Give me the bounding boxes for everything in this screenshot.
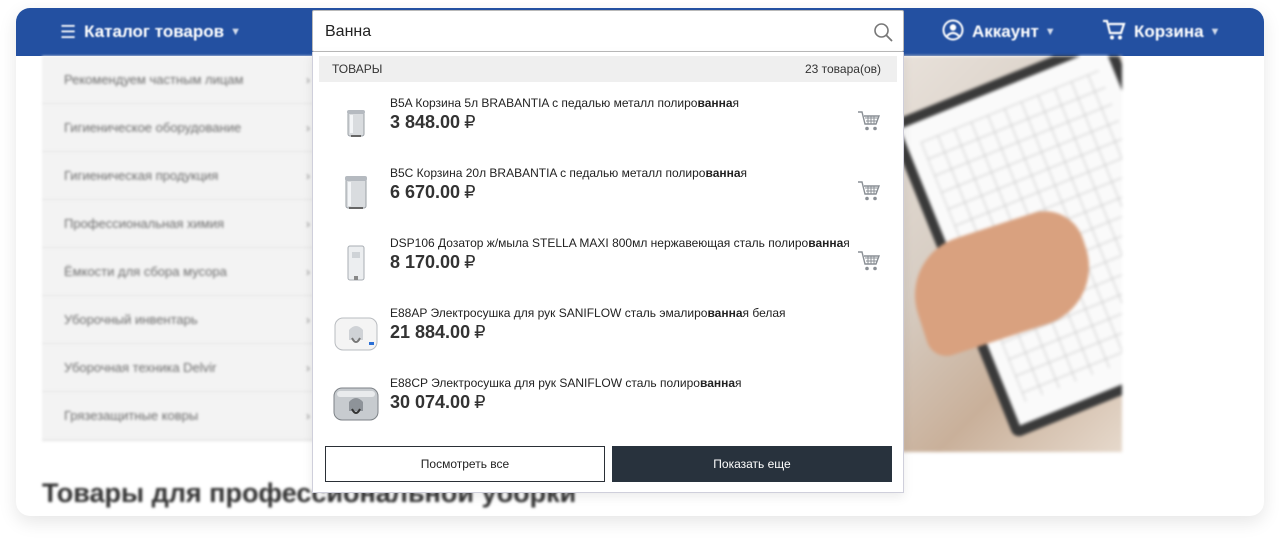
sidebar-item[interactable]: Гигиеническая продукция › [42,152,316,200]
sidebar-item[interactable]: Уборочный инвентарь › [42,296,316,344]
account-button[interactable]: Аккаунт ▼ [942,19,1056,46]
product-price: 3 848.00 ₽ [390,112,476,132]
cart-label: Корзина [1134,22,1204,41]
sidebar-item-label: Уборочная техника Delvir [64,360,217,375]
product-name[interactable]: B5A Корзина 5л BRABANTIA с педалью метал… [390,96,739,110]
chevron-right-icon: › [306,120,310,135]
product-price: 6 670.00 ₽ [390,182,476,202]
product-name[interactable]: E88AP Электросушка для рук SANIFLOW стал… [390,306,786,320]
sidebar-item[interactable]: Ёмкости для сбора мусора › [42,248,316,296]
search-result-item[interactable]: B5C Корзина 20л BRABANTIA с педалью мета… [319,158,897,228]
search-result-item[interactable]: B5A Корзина 5л BRABANTIA с педалью метал… [319,88,897,158]
search-box [312,10,904,52]
promo-banner-image [902,56,1122,452]
product-price: 21 884.00 ₽ [390,322,486,342]
hamburger-icon: ☰ [60,21,77,42]
product-name[interactable]: DSP106 Дозатор ж/мыла STELLA MAXI 800мл … [390,236,850,250]
view-all-button[interactable]: Посмотреть все [325,446,605,482]
sidebar-item[interactable]: Гигиеническое оборудование › [42,104,316,152]
sidebar-item[interactable]: Грязезащитные ковры › [42,392,316,440]
chevron-right-icon: › [306,360,310,375]
product-thumbnail [347,245,365,281]
chevron-down-icon: ▼ [1209,26,1221,38]
sidebar-item-label: Рекомендуем частным лицам [64,72,244,87]
product-thumbnail [345,176,367,209]
chevron-right-icon: › [306,264,310,279]
results-section-header: ТОВАРЫ 23 товара(ов) [319,56,897,82]
catalog-menu-button[interactable]: ☰ Каталог товаров ▼ [60,20,241,44]
search-result-item[interactable]: E88AP Электросушка для рук SANIFLOW стал… [319,298,897,368]
cart-button[interactable]: Корзина ▼ [1102,19,1221,46]
add-to-cart-icon[interactable] [857,110,881,132]
sidebar-item[interactable]: Профессиональная химия › [42,200,316,248]
chevron-right-icon: › [306,72,310,87]
results-section-title: ТОВАРЫ [332,62,383,76]
sidebar-item-label: Гигиеническая продукция [64,168,219,183]
product-thumbnail [347,110,365,137]
sidebar-item[interactable]: Уборочная техника Delvir › [42,344,316,392]
product-price: 30 074.00 ₽ [390,392,486,412]
chevron-right-icon: › [306,168,310,183]
product-thumbnail [334,317,378,351]
cart-icon [1102,19,1126,46]
chevron-down-icon: ▼ [1044,26,1056,38]
product-name[interactable]: E88CP Электросушка для рук SANIFLOW стал… [390,376,742,390]
chevron-right-icon: › [306,216,310,231]
show-more-button[interactable]: Показать еще [612,446,892,482]
sidebar-item-label: Ёмкости для сбора мусора [64,264,227,279]
chevron-right-icon: › [306,408,310,423]
chevron-right-icon: › [306,312,310,327]
product-name[interactable]: B5C Корзина 20л BRABANTIA с педалью мета… [390,166,747,180]
user-icon [942,19,964,46]
search-input[interactable] [325,19,865,45]
search-suggestions-dropdown: ТОВАРЫ 23 товара(ов) B5A Корзина 5л BRAB… [312,52,904,493]
product-price: 8 170.00 ₽ [390,252,476,272]
account-label: Аккаунт [972,22,1039,41]
product-thumbnail [333,387,379,421]
results-count: 23 товара(ов) [804,62,881,76]
add-to-cart-icon[interactable] [857,180,881,202]
search-icon[interactable] [873,22,893,42]
search-result-item[interactable]: DSP106 Дозатор ж/мыла STELLA MAXI 800мл … [319,228,897,298]
add-to-cart-icon[interactable] [857,250,881,272]
sidebar-item-label: Грязезащитные ковры [64,408,199,423]
sidebar-item-label: Профессиональная химия [64,216,225,231]
sidebar-item[interactable]: Рекомендуем частным лицам › [42,56,316,104]
search-result-item[interactable]: E88CP Электросушка для рук SANIFLOW стал… [319,368,897,438]
sidebar-item-label: Уборочный инвентарь [64,312,198,327]
chevron-down-icon: ▼ [230,26,241,38]
catalog-label: Каталог товаров [84,22,225,41]
catalog-sidebar: Рекомендуем частным лицам › Гигиеническое… [42,56,332,442]
sidebar-item-label: Гигиеническое оборудование [64,120,242,135]
